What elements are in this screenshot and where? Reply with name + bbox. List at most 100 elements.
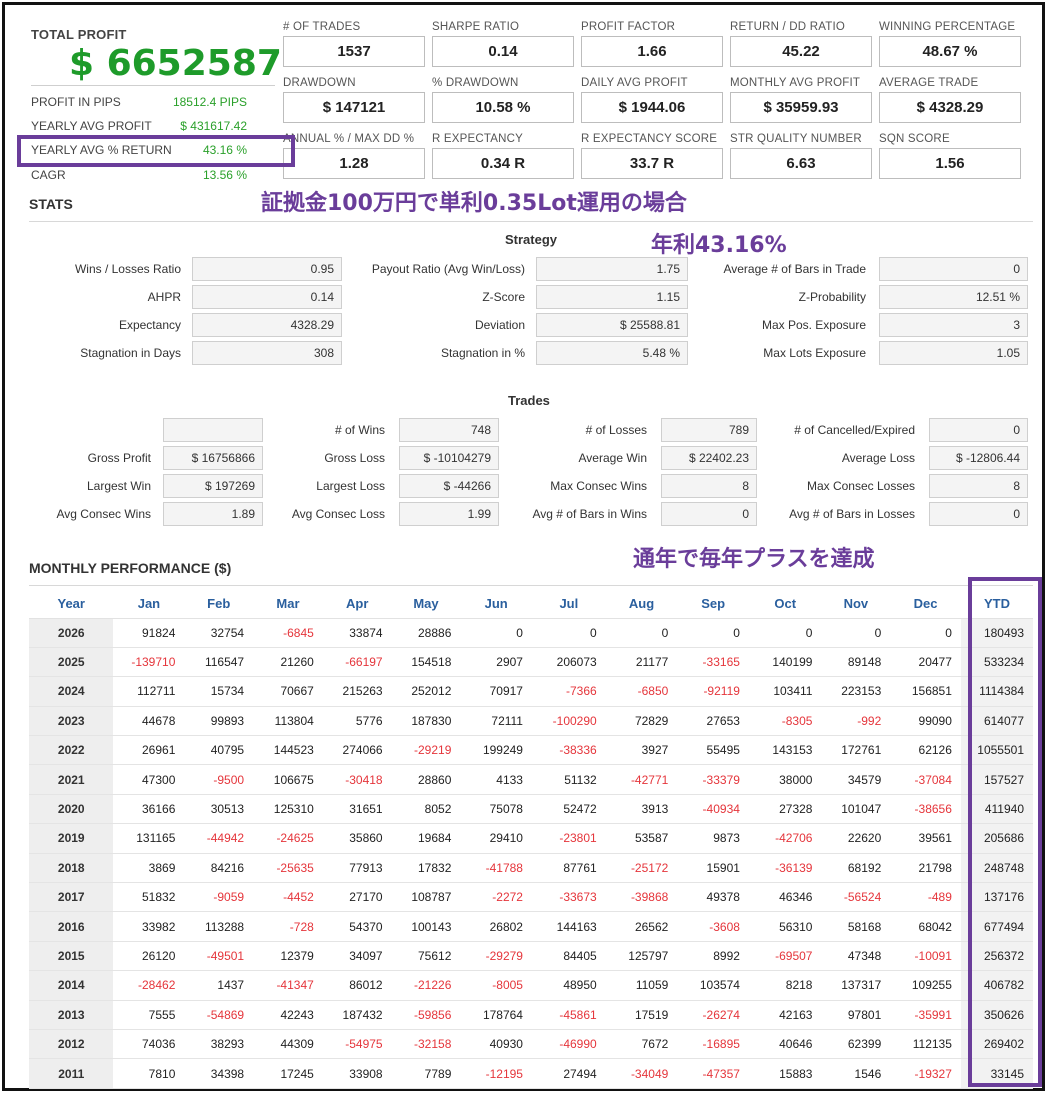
- month-cell: 2907: [460, 647, 532, 678]
- month-cell: -40934: [677, 794, 749, 825]
- yearly-positive-annotation: 通年で毎年プラスを達成: [633, 547, 875, 572]
- cagr-value: 13.56 %: [202, 168, 247, 182]
- column-header-mar: Mar: [253, 590, 323, 619]
- month-cell: -489: [890, 882, 961, 913]
- month-cell: -25172: [605, 853, 678, 884]
- metric-r-expectancy-score: R EXPECTANCY SCORE 33.7 R: [581, 133, 723, 179]
- metric-profit-factor: PROFIT FACTOR 1.66: [581, 21, 723, 67]
- month-cell: -56524: [821, 882, 891, 913]
- month-cell: 17519: [605, 1000, 678, 1030]
- month-cell: -30418: [322, 764, 392, 795]
- month-cell: -29279: [460, 941, 532, 972]
- metric-label: AVERAGE TRADE: [879, 77, 979, 89]
- summary-divider: [31, 85, 275, 86]
- field-value: 0: [929, 418, 1028, 442]
- field-label: Avg Consec Loss: [291, 507, 385, 521]
- metric-label: WINNING PERCENTAGE: [879, 21, 1016, 33]
- metric-annual-max-dd: ANNUAL % / MAX DD % 1.28: [283, 133, 425, 179]
- month-cell: 39561: [890, 823, 961, 854]
- field-label: Z-Score: [482, 290, 525, 304]
- month-cell: 99090: [890, 706, 961, 737]
- report-frame: TOTAL PROFIT $ 6652587 PROFIT IN PIPS 18…: [2, 2, 1045, 1091]
- month-cell: 0: [531, 618, 606, 648]
- month-cell: 44309: [253, 1029, 323, 1060]
- metric-value: $ 35959.93: [730, 92, 872, 123]
- month-cell: 7789: [391, 1058, 461, 1089]
- month-cell: 252012: [391, 676, 461, 707]
- year-cell: 2018: [29, 853, 114, 884]
- month-cell: 51132: [531, 764, 606, 795]
- month-cell: -41347: [253, 970, 323, 1001]
- month-cell: 27170: [322, 882, 392, 913]
- month-cell: 125310: [253, 794, 323, 825]
- month-cell: 84216: [184, 853, 254, 884]
- month-cell: 42243: [253, 1000, 323, 1030]
- field-value: $ -10104279: [399, 446, 499, 470]
- month-cell: 3913: [605, 794, 678, 825]
- month-cell: -6845: [253, 618, 323, 648]
- metric-value: $ 4328.29: [879, 92, 1021, 123]
- month-cell: 97801: [821, 1000, 891, 1030]
- metric-label: SHARPE RATIO: [432, 21, 520, 33]
- year-cell: 2023: [29, 706, 114, 737]
- field-value: 0: [879, 257, 1028, 281]
- table-row: 2020 36166 30513 125310 31651 8052 75078 52472 3…: [29, 794, 1033, 825]
- metric-value: 0.34 R: [432, 148, 574, 179]
- metric-label: ANNUAL % / MAX DD %: [283, 133, 415, 145]
- month-cell: 8218: [748, 970, 822, 1001]
- field-value: $ 25588.81: [536, 313, 688, 337]
- year-cell: 2022: [29, 735, 114, 766]
- month-cell: 34398: [184, 1058, 254, 1089]
- total-profit-label: TOTAL PROFIT: [31, 27, 127, 42]
- profit-in-pips-row: PROFIT IN PIPS 18512.4 PIPS: [31, 92, 247, 112]
- metric-monthly-avg-profit: MONTHLY AVG PROFIT $ 35959.93: [730, 77, 872, 123]
- field-value: 748: [399, 418, 499, 442]
- month-cell: 49378: [677, 882, 749, 913]
- month-cell: -35991: [890, 1000, 961, 1030]
- metric-value: 6.63: [730, 148, 872, 179]
- yearly-avg-profit-row: YEARLY AVG PROFIT $ 431617.42: [31, 116, 247, 136]
- month-cell: 35860: [322, 823, 392, 854]
- annual-return-annotation: 年利43.16%: [651, 233, 787, 258]
- year-cell: 2024: [29, 676, 114, 707]
- month-cell: 113288: [184, 911, 254, 942]
- month-cell: 156851: [890, 676, 961, 707]
- month-cell: 28886: [391, 618, 461, 648]
- month-cell: 99893: [184, 706, 254, 737]
- year-cell: 2011: [29, 1058, 114, 1089]
- profit-in-pips-value: 18512.4 PIPS: [172, 95, 247, 109]
- column-header-jun: Jun: [460, 590, 532, 619]
- month-cell: 144163: [531, 911, 606, 942]
- field-value: 8: [929, 474, 1028, 498]
- month-cell: 40795: [184, 735, 254, 766]
- month-cell: 44678: [113, 706, 185, 737]
- table-row: 2022 26961 40795 144523 274066 -29219 199249 -3…: [29, 735, 1033, 766]
- year-cell: 2012: [29, 1029, 114, 1060]
- stats-title: STATS: [29, 196, 73, 212]
- year-cell: 2025: [29, 647, 114, 678]
- month-cell: -21226: [391, 970, 461, 1001]
- field-label: Average Win: [578, 451, 647, 465]
- metric-value: 1.66: [581, 36, 723, 67]
- month-cell: 29410: [460, 823, 532, 854]
- field-label: Max Pos. Exposure: [761, 318, 866, 332]
- field-value: 1.99: [399, 502, 499, 526]
- table-row: 2026 91824 32754 -6845 33874 28886 0 0 0 0 0 0 0 1804…: [29, 618, 1033, 648]
- month-cell: -66197: [322, 647, 392, 678]
- month-cell: 51832: [113, 882, 185, 913]
- month-cell: 131165: [113, 823, 185, 854]
- month-cell: 72829: [605, 706, 678, 737]
- month-cell: -32158: [391, 1029, 461, 1060]
- month-cell: 26961: [113, 735, 185, 766]
- field-label: Max Lots Exposure: [763, 346, 866, 360]
- month-cell: 143153: [748, 735, 822, 766]
- month-cell: 74036: [113, 1029, 185, 1060]
- year-cell: 2017: [29, 882, 114, 913]
- month-cell: 215263: [322, 676, 392, 707]
- month-cell: 38000: [748, 764, 822, 795]
- month-cell: -47357: [677, 1058, 749, 1089]
- field-value: 8: [661, 474, 757, 498]
- table-row: 2025 -139710 116547 21260 -66197 154518 2907 20…: [29, 647, 1033, 678]
- month-cell: 27653: [677, 706, 749, 737]
- column-header-dec: Dec: [890, 590, 961, 619]
